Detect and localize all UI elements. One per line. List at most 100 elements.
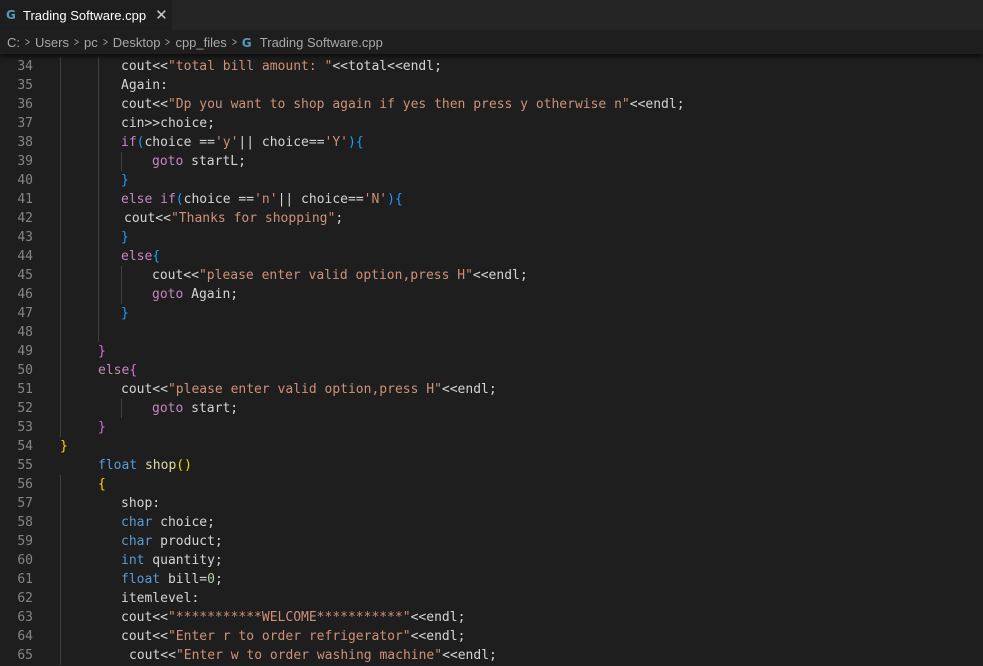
code-line[interactable]: 40} xyxy=(0,171,983,190)
code-line[interactable]: 50 else{ xyxy=(0,361,983,380)
line-number: 65 xyxy=(17,648,33,663)
code-text: float shop() xyxy=(98,456,192,475)
code-token: char xyxy=(121,534,153,549)
line-number: 63 xyxy=(17,610,33,625)
code-line[interactable]: 49} xyxy=(0,342,983,361)
code-line[interactable]: 63 cout<<"***********WELCOME***********"<… xyxy=(0,608,983,627)
line-number: 52 xyxy=(17,401,33,416)
code-editor[interactable]: 34 cout<<"total bill amount: "<<total<<en… xyxy=(0,54,983,666)
code-line[interactable]: 46 goto Again; xyxy=(0,285,983,304)
code-line[interactable]: 64 cout<<"Enter r to order refrigerator"<… xyxy=(0,627,983,646)
code-line[interactable]: 41 else if(choice =='n'|| choice=='N'){ xyxy=(0,190,983,209)
code-text: goto start; xyxy=(152,399,238,418)
code-line[interactable]: 47} xyxy=(0,304,983,323)
breadcrumb-item[interactable]: Desktop xyxy=(113,35,161,50)
code-text: } xyxy=(121,228,129,247)
code-line[interactable]: 38 if(choice =='y'|| choice=='Y'){ xyxy=(0,133,983,152)
line-number: 60 xyxy=(17,553,33,568)
code-line[interactable]: 57 shop: xyxy=(0,494,983,513)
chevron-right-icon: > xyxy=(102,35,108,49)
line-number: 38 xyxy=(17,135,33,150)
code-line[interactable]: 56 { xyxy=(0,475,983,494)
code-token: ( xyxy=(175,192,184,207)
code-text: } xyxy=(121,171,129,190)
breadcrumb-item[interactable]: cpp_files xyxy=(175,35,226,50)
code-text: cout<<"***********WELCOME***********"<<e… xyxy=(121,608,465,627)
code-line[interactable]: 34 cout<<"total bill amount: "<<total<<en… xyxy=(0,57,983,76)
code-line[interactable]: 65 cout<<"Enter w to order washing machin… xyxy=(0,646,983,665)
code-token: <<total<<endl; xyxy=(332,59,442,74)
close-icon[interactable]: ✕ xyxy=(155,8,168,23)
code-line[interactable]: 58 char choice; xyxy=(0,513,983,532)
code-token: float xyxy=(98,458,138,473)
code-line[interactable]: 62 itemlevel: xyxy=(0,589,983,608)
indent-guide xyxy=(121,266,122,304)
line-number: 59 xyxy=(17,534,33,549)
code-text: goto Again; xyxy=(152,285,238,304)
line-number: 54 xyxy=(17,439,33,454)
code-line[interactable]: 48 xyxy=(0,323,983,342)
code-token: 'n' xyxy=(254,192,278,207)
line-number: 61 xyxy=(17,572,33,587)
code-line[interactable]: 44 else{ xyxy=(0,247,983,266)
code-token: cout<< xyxy=(121,629,168,644)
line-number: 58 xyxy=(17,515,33,530)
code-token: choice; xyxy=(152,515,215,530)
code-token: choice == xyxy=(144,135,215,150)
indent-guide xyxy=(121,399,122,418)
breadcrumb-item[interactable]: pc xyxy=(84,35,98,50)
code-token: ) xyxy=(348,135,356,150)
code-token: cout<< xyxy=(121,382,168,397)
code-text: cout<<"total bill amount: "<<total<<endl… xyxy=(121,57,442,76)
breadcrumb-item[interactable]: Users xyxy=(35,35,69,50)
line-number: 55 xyxy=(17,458,33,473)
line-number: 46 xyxy=(17,287,33,302)
cpp-file-icon: G xyxy=(241,35,252,50)
code-token: } xyxy=(98,344,106,359)
code-line[interactable]: 59 char product; xyxy=(0,532,983,551)
breadcrumb-label: pc xyxy=(83,34,98,50)
code-text: Again: xyxy=(121,76,168,95)
code-line[interactable]: 42 cout<<"Thanks for shopping"; xyxy=(0,209,983,228)
line-number: 53 xyxy=(17,420,33,435)
code-line[interactable]: 43} xyxy=(0,228,983,247)
code-line[interactable]: 37 cin>>choice; xyxy=(0,114,983,133)
chevron-right-icon: > xyxy=(25,35,30,49)
line-number: 42 xyxy=(17,211,33,226)
line-number: 36 xyxy=(17,97,33,112)
code-text: } xyxy=(98,342,106,361)
code-token: "***********WELCOME***********" xyxy=(167,610,411,625)
code-line[interactable]: 53} xyxy=(0,418,983,437)
code-text: goto startL; xyxy=(152,152,246,171)
code-token: itemlevel: xyxy=(121,591,200,606)
code-line[interactable]: 60 int quantity; xyxy=(0,551,983,570)
line-number: 44 xyxy=(17,249,33,264)
code-line[interactable]: 52 goto start; xyxy=(0,399,983,418)
code-token: 'Y' xyxy=(324,135,348,150)
code-line[interactable]: 36 cout<<"Dp you want to shop again if ye… xyxy=(0,95,983,114)
code-token: cin>>choice; xyxy=(121,116,215,131)
breadcrumb-item[interactable]: G Trading Software.cpp xyxy=(242,35,383,50)
code-line[interactable]: 35 Again: xyxy=(0,76,983,95)
line-number: 47 xyxy=(17,306,33,321)
code-token: cout<< xyxy=(121,610,168,625)
code-line[interactable]: 54} xyxy=(0,437,983,456)
code-line[interactable]: 51 cout<<"please enter valid option,press… xyxy=(0,380,983,399)
code-line[interactable]: 55 float shop() xyxy=(0,456,983,475)
code-token: "Enter w to order washing machine" xyxy=(175,648,443,663)
code-text: char product; xyxy=(121,532,223,551)
code-token: goto xyxy=(152,287,184,302)
code-line[interactable]: 45 cout<<"please enter valid option,press… xyxy=(0,266,983,285)
code-line[interactable]: 39 goto startL; xyxy=(0,152,983,171)
breadcrumb-label: Trading Software.cpp xyxy=(259,34,383,50)
code-token: } xyxy=(121,230,129,245)
code-token: goto xyxy=(152,154,184,169)
code-line[interactable]: 61 float bill=0; xyxy=(0,570,983,589)
breadcrumb-label: cpp_files xyxy=(175,34,227,50)
code-token: { xyxy=(152,249,161,264)
breadcrumb-item[interactable]: C: xyxy=(7,35,20,50)
code-text: itemlevel: xyxy=(121,589,199,608)
line-number: 51 xyxy=(17,382,33,397)
tab-trading-software[interactable]: G Trading Software.cpp ✕ xyxy=(0,0,172,30)
